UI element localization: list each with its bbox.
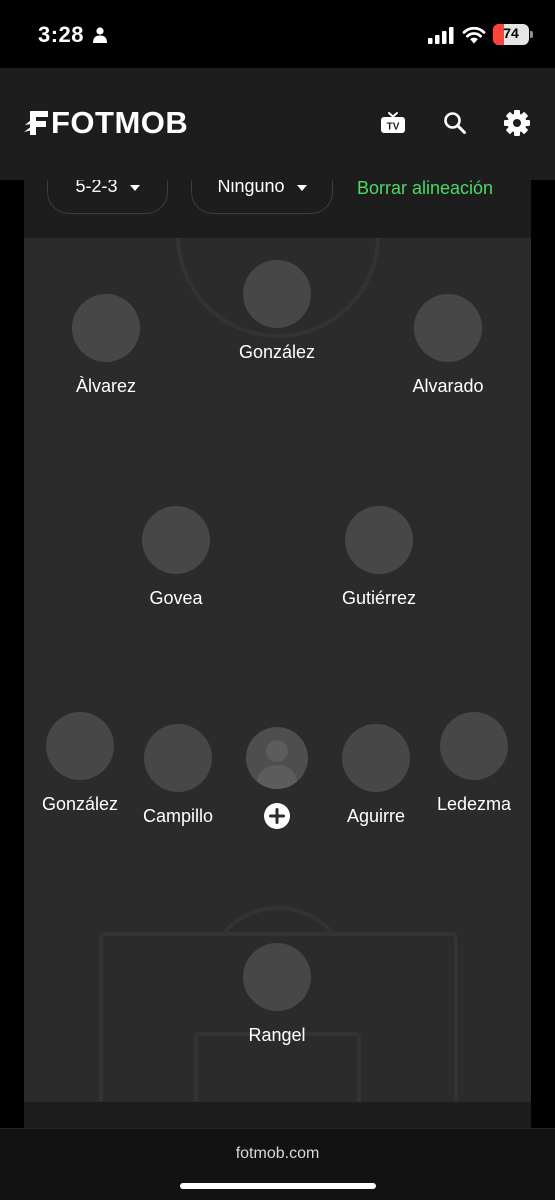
player-avatar — [144, 724, 212, 792]
player-card[interactable]: Alvarado — [388, 294, 508, 397]
lineup-controls: 5-2-3 Ninguno Borrar alineación — [24, 180, 531, 238]
captain-value: Ninguno — [217, 180, 285, 196]
formation-value: 5-2-3 — [75, 180, 118, 196]
empty-player-avatar — [246, 727, 308, 789]
search-button[interactable] — [440, 108, 470, 138]
gear-icon — [504, 110, 530, 136]
player-name: Gutiérrez — [341, 588, 417, 608]
player-avatar — [142, 506, 210, 574]
url-text[interactable]: fotmob.com — [0, 1145, 555, 1163]
home-indicator — [180, 1183, 376, 1189]
svg-text:TV: TV — [387, 122, 400, 133]
player-avatar — [342, 724, 410, 792]
player-avatar — [414, 294, 482, 362]
battery-cap — [530, 31, 533, 38]
player-avatar — [243, 260, 311, 328]
status-bar: 3:28 74 — [0, 0, 555, 68]
battery-level: 74 — [503, 25, 519, 41]
player-name: Campillo — [142, 806, 214, 826]
signal-icon — [428, 27, 454, 44]
logo-mark-icon — [24, 111, 48, 135]
player-name: González — [238, 342, 316, 362]
pitch: Àlvarez González Alvarado Govea Gutiérre… — [24, 238, 531, 1102]
tv-icon: TV — [381, 112, 405, 133]
player-avatar — [345, 506, 413, 574]
formation-select[interactable]: 5-2-3 — [47, 180, 168, 214]
pitch-footer — [24, 1102, 531, 1128]
player-avatar — [46, 712, 114, 780]
player-name: Rangel — [248, 1025, 306, 1045]
player-card[interactable]: Gutiérrez — [319, 506, 439, 609]
player-name: Govea — [149, 588, 203, 608]
player-name: Ledezma — [436, 794, 512, 814]
player-avatar — [72, 294, 140, 362]
chevron-down-icon — [296, 185, 307, 191]
search-icon — [444, 112, 466, 134]
battery-icon: 74 — [493, 24, 529, 45]
goalkeeper-card[interactable]: Rangel — [217, 943, 337, 1046]
settings-button[interactable] — [502, 108, 532, 138]
tv-button[interactable]: TV — [378, 108, 408, 138]
logo-text: FOTMOB — [51, 105, 189, 140]
chevron-down-icon — [129, 185, 140, 191]
add-player-slot[interactable] — [245, 727, 309, 829]
captain-select[interactable]: Ninguno — [191, 180, 333, 214]
player-avatar — [243, 943, 311, 1011]
wifi-icon — [462, 26, 486, 44]
app-header: FOTMOB TV — [0, 68, 555, 180]
player-name: Àlvarez — [75, 376, 137, 396]
player-card[interactable]: Àlvarez — [46, 294, 166, 397]
person-icon — [93, 27, 107, 43]
silhouette-icon — [256, 740, 298, 789]
player-card[interactable]: Campillo — [118, 724, 238, 827]
player-avatar — [440, 712, 508, 780]
browser-url-bar[interactable]: fotmob.com — [0, 1128, 555, 1200]
player-card[interactable]: González — [217, 260, 337, 363]
player-card[interactable]: Ledezma — [414, 712, 531, 815]
player-name: Alvarado — [412, 376, 484, 396]
status-time: 3:28 — [38, 22, 85, 47]
plus-icon[interactable] — [264, 803, 290, 829]
fotmob-logo[interactable]: FOTMOB — [24, 106, 188, 140]
clear-lineup-button[interactable]: Borrar alineación — [357, 180, 493, 199]
player-card[interactable]: Govea — [116, 506, 236, 609]
